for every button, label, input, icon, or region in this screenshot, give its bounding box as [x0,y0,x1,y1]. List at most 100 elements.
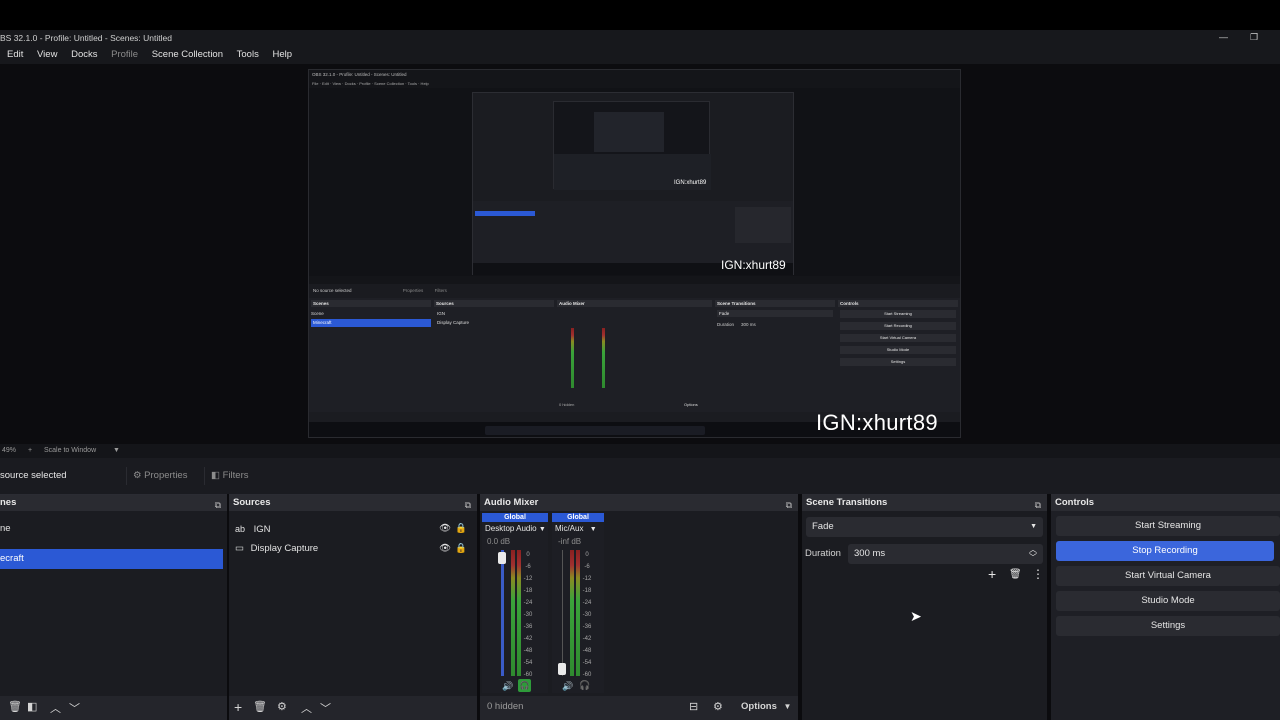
nested-zoombar [309,276,960,284]
scenes-list: ne ecraft [0,511,227,697]
volume-slider-handle[interactable] [558,663,566,675]
transition-select[interactable]: Fade ▼ [806,517,1043,537]
nested-meter-mic [602,328,605,388]
chevron-down-icon[interactable]: ﹀ [320,700,331,716]
scene-transitions-dock: Scene Transitions ⧉ Fade ▼ Duration 300 … [802,494,1047,720]
scenes-toolbar: 🗑 ◧ ︿ ﹀ [0,696,227,720]
volume-slider-handle[interactable] [498,552,506,564]
eye-icon[interactable]: 👁 [439,519,451,539]
layout-icon[interactable]: ⊟ [689,700,698,713]
studio-mode-button[interactable]: Studio Mode [1056,591,1280,611]
options-button[interactable]: Options ▼ [741,701,791,712]
properties-label: Properties [144,470,188,481]
duration-label: Duration [805,548,841,559]
settings-button[interactable]: Settings [1056,616,1280,636]
add-icon[interactable]: + [234,699,242,715]
gear-icon[interactable]: ⚙ [277,700,287,713]
duration-spinbox[interactable]: 300 ms ︿ ﹀ [848,544,1043,564]
menu-view[interactable]: View [37,49,57,60]
trash-icon[interactable]: 🗑 [253,700,267,713]
scale-dropdown-icon[interactable]: ▼ [113,444,120,458]
options-label: Options [741,701,777,712]
mouse-cursor-icon: ➤ [910,608,922,624]
menu-edit[interactable]: Edit [7,49,23,60]
nested-control-4: Settings [840,358,956,366]
chevron-down-icon[interactable]: ﹀ [69,700,80,716]
zoom-level[interactable]: 49% [2,444,16,458]
zoom-plus-icon[interactable]: + [28,444,32,458]
start-virtual-camera-button[interactable]: Start Virtual Camera [1056,566,1280,586]
scale-tick: -30 [582,612,592,618]
scale-mode[interactable]: Scale to Window [44,444,96,458]
channel-name-dropdown[interactable]: Mic/Aux ▼ [552,522,604,536]
menu-help[interactable]: Help [272,49,292,60]
spin-down-icon[interactable]: ﹀ [1029,548,1037,568]
restore-button[interactable]: ❐ [1250,30,1258,46]
sources-title: Sources [233,497,271,508]
scale-tick: -24 [523,600,533,606]
filter-icon[interactable]: ◧ [27,700,37,713]
nested-mixer-head: Audio Mixer [557,300,712,307]
hidden-count[interactable]: 0 hidden [487,701,523,712]
audio-mixer-dock: Audio Mixer ⧉ Global Desktop Audio ▼ 0.0… [480,494,798,720]
speaker-icon[interactable]: 🔊 [502,681,513,692]
scene-item[interactable]: ne [0,519,227,539]
scenes-dock-header: nes ⧉ [0,495,227,511]
db-scale: 0 -6 -12 -18 -24 -30 -36 -42 -48 -54 -60 [582,550,592,680]
nested-scene-selected-2 [475,211,535,216]
channel-global-badge: Global [552,513,604,522]
window-title: BS 32.1.0 - Profile: Untitled - Scenes: … [0,30,1280,46]
volume-slider-track[interactable] [562,550,563,676]
restore-icon: ❐ [1250,32,1259,42]
volume-slider-track[interactable] [501,550,504,676]
menu-bar: Edit View Docks Profile Scene Collection… [0,46,1280,64]
scene-transitions-title: Scene Transitions [806,497,888,508]
scene-item-selected[interactable]: ecraft [0,549,223,569]
chevron-up-icon[interactable]: ︿ [50,700,61,716]
menu-scene-collection[interactable]: Scene Collection [152,49,223,60]
scale-tick: -36 [523,624,533,630]
menu-profile[interactable]: Profile [111,49,138,60]
lock-icon[interactable]: 🔒 [455,519,467,539]
scale-tick: -24 [582,600,592,606]
menu-docks[interactable]: Docks [71,49,97,60]
nested-transition: Fade [717,310,833,317]
eye-icon[interactable]: 👁 [439,539,451,559]
headphones-icon[interactable]: 🎧 [518,679,531,692]
minimize-button[interactable]: — [1219,30,1228,46]
nested-source-1: Display Capture [437,320,470,325]
scale-tick: 0 [526,552,530,558]
program-preview[interactable]: OBS 32.1.0 - Profile: Untitled - Scenes:… [308,69,961,438]
more-icon[interactable]: ⋮ [1032,567,1044,581]
source-item-ign[interactable]: ab IGN 👁 🔒 [229,519,477,539]
add-icon[interactable]: + [988,566,996,582]
nested-preview-2: IGN:xhurt89 IGN:xhurt89 [472,92,794,275]
scale-tick: -54 [523,660,533,666]
gear-icon[interactable]: ⚙ [713,700,723,713]
headphones-icon[interactable]: 🎧 [579,680,590,691]
nested-preview-4 [594,112,664,152]
chevron-up-icon[interactable]: ︿ [301,700,312,716]
nested-meter-desktop [571,328,574,388]
nested-control-0: Start Streaming [840,310,956,318]
no-source-label: source selected [0,470,67,481]
menu-tools[interactable]: Tools [237,49,259,60]
trash-icon[interactable]: 🗑 [8,700,22,713]
trash-icon[interactable]: 🗑 [1009,569,1022,580]
stop-recording-button[interactable]: Stop Recording [1056,541,1274,561]
duration-value: 300 ms [854,548,886,559]
lock-icon[interactable]: 🔒 [455,539,467,559]
nested-preview-3: IGN:xhurt89 [553,101,711,190]
channel-name-dropdown[interactable]: Desktop Audio ▼ [482,522,548,536]
nested-docks: Scenes Scene Minecraft Sources IGN Displ… [309,298,960,412]
zoom-bar: 49% + Scale to Window ▼ [0,444,1280,458]
filters-button[interactable]: ◧ Filters [204,467,255,485]
start-streaming-button[interactable]: Start Streaming [1056,516,1280,536]
nested-taskbar-icons [485,426,705,435]
properties-button[interactable]: ⚙ Properties [126,467,193,485]
nested-properties: Properties [402,288,424,293]
minimize-icon: — [1219,32,1228,42]
source-item-display-capture[interactable]: ▭ Display Capture 👁 🔒 [229,539,477,559]
speaker-icon[interactable]: 🔊 [562,681,573,692]
nested-context-bar: No source selected Properties Filters [309,284,960,298]
